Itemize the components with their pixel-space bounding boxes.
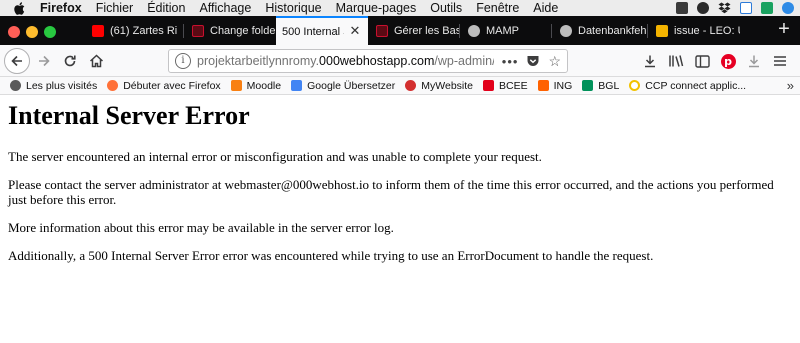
tab-500-error[interactable]: 500 Internal Se ✕ [276, 16, 368, 45]
menu-marque-pages[interactable]: Marque-pages [336, 1, 417, 15]
forward-arrow-icon [39, 55, 50, 67]
gear-icon [10, 80, 21, 91]
menu-extras [676, 0, 794, 16]
download-icon [645, 55, 655, 68]
tab-mamp[interactable]: MAMP [460, 16, 552, 45]
reload-button[interactable] [58, 49, 82, 73]
macos-menu-bar: Firefox Fichier Édition Affichage Histor… [0, 0, 800, 16]
tab-youtube[interactable]: (61) Zartes Ri [84, 16, 184, 45]
tray-app-icon[interactable] [740, 2, 752, 14]
page-title: Internal Server Error [8, 101, 250, 130]
tray-app-icon[interactable] [761, 2, 773, 14]
library-button[interactable] [664, 49, 688, 73]
menu-fichier[interactable]: Fichier [96, 1, 134, 15]
home-button[interactable] [84, 49, 108, 73]
error-paragraph-4: Additionally, a 500 Internal Server Erro… [8, 248, 654, 263]
tray-app-icon[interactable] [697, 2, 709, 14]
bookmark-star-icon[interactable]: ☆ [548, 53, 561, 70]
sidebar-icon [694, 54, 710, 68]
mamp-icon [468, 24, 480, 37]
youtube-icon [92, 24, 104, 37]
apple-icon[interactable] [12, 0, 26, 16]
dropbox-icon[interactable] [718, 2, 731, 14]
menu-aide[interactable]: Aide [533, 1, 558, 15]
error-paragraph-1: The server encountered an internal error… [8, 149, 542, 164]
hamburger-menu-icon [774, 56, 786, 66]
downloads-button[interactable] [638, 49, 662, 73]
close-tab-icon[interactable]: ✕ [348, 24, 362, 38]
menu-firefox[interactable]: Firefox [40, 1, 82, 15]
bookmark-mywebsite[interactable]: MyWebsite [405, 80, 473, 92]
bookmarks-overflow-chevron-icon[interactable]: » [787, 78, 794, 93]
bookmark-ccp-connect[interactable]: CCP connect applic... [629, 80, 746, 92]
tab-change-folder[interactable]: Change folder [184, 16, 276, 45]
site-info-icon[interactable]: i [175, 53, 191, 69]
tab-strip: (61) Zartes Ri Change folder 500 Interna… [0, 16, 800, 45]
url-text[interactable]: projektarbeitlynnromy.000webhostapp.com/… [197, 54, 494, 68]
error-paragraph-3: More information about this error may be… [8, 220, 394, 235]
menu-outils[interactable]: Outils [430, 1, 462, 15]
pocket-icon[interactable] [526, 54, 540, 68]
bookmark-debuter-firefox[interactable]: Débuter avec Firefox [107, 80, 221, 92]
menu-historique[interactable]: Historique [265, 1, 321, 15]
moodle-icon [230, 80, 242, 91]
tab-leo[interactable]: issue - LEO: Ü [648, 16, 740, 45]
menu-affichage[interactable]: Affichage [199, 1, 251, 15]
wordpress-icon [560, 24, 572, 37]
firefox-icon [107, 80, 119, 91]
url-bar[interactable]: i projektarbeitlynnromy.000webhostapp.co… [168, 49, 568, 73]
arrow-down-icon [749, 55, 759, 68]
navigation-toolbar: i projektarbeitlynnromy.000webhostapp.co… [0, 45, 800, 77]
minimize-window-button[interactable] [26, 26, 38, 38]
library-icon [669, 55, 684, 67]
bcee-icon [483, 80, 495, 91]
bookmark-bcee[interactable]: BCEE [483, 80, 528, 92]
reload-icon [64, 55, 76, 67]
save-download-button[interactable] [742, 49, 766, 73]
bookmark-moodle[interactable]: Moodle [230, 80, 281, 92]
menu-edition[interactable]: Édition [147, 1, 185, 15]
back-arrow-icon [11, 55, 22, 67]
bookmarks-toolbar: Les plus visités Débuter avec Firefox Mo… [0, 77, 800, 95]
tray-app-icon[interactable] [782, 2, 794, 14]
bgl-icon [582, 80, 594, 91]
menu-button[interactable] [768, 49, 792, 73]
ing-icon [537, 80, 549, 91]
forward-button[interactable] [32, 49, 56, 73]
tab-gerer-bases[interactable]: Gérer les Base [368, 16, 460, 45]
bookmark-bgl[interactable]: BGL [582, 80, 619, 92]
error-paragraph-2: Please contact the server administrator … [8, 177, 774, 207]
bookmark-google-translate[interactable]: Google Übersetzer [291, 80, 395, 92]
tab-datenbankfehler[interactable]: Datenbankfehl [552, 16, 648, 45]
page-actions-button[interactable]: ••• [502, 54, 519, 69]
google-translate-icon [291, 80, 303, 91]
pinterest-icon: p [720, 53, 736, 69]
zoom-window-button[interactable] [44, 26, 56, 38]
tray-app-icon[interactable] [676, 2, 688, 14]
bookmark-ing[interactable]: ING [537, 80, 572, 92]
menu-fenetre[interactable]: Fenêtre [476, 1, 519, 15]
close-window-button[interactable] [8, 26, 20, 38]
mywebsite-icon [405, 80, 417, 91]
site-icon [192, 24, 204, 37]
new-tab-button[interactable]: + [768, 16, 800, 45]
bookmark-les-plus-visites[interactable]: Les plus visités [10, 80, 97, 92]
page-content: Internal Server Error The server encount… [0, 95, 800, 343]
pinterest-button[interactable]: p [716, 49, 740, 73]
sidebar-button[interactable] [690, 49, 714, 73]
ccp-icon [629, 80, 641, 91]
site-icon [376, 24, 388, 37]
leo-icon [656, 24, 668, 37]
back-button[interactable] [4, 48, 30, 74]
home-icon [89, 54, 103, 68]
